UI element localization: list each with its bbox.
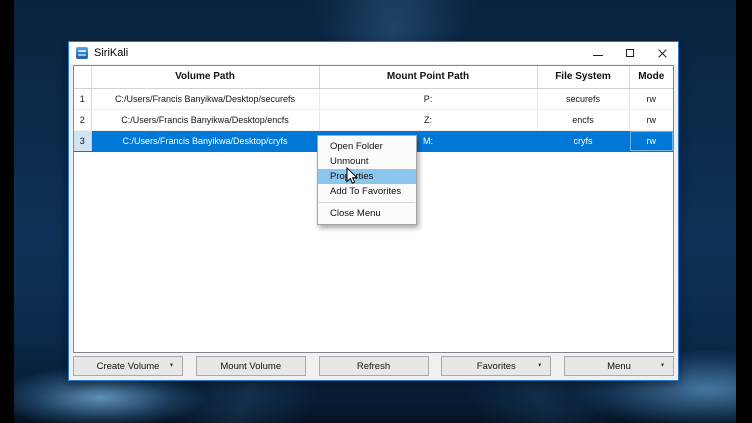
close-icon [658,49,667,58]
mode-cell[interactable]: rw [629,130,673,151]
right-black-bar [736,0,752,423]
row-number-header [74,66,91,88]
screen: SiriKali [0,0,752,423]
volume-path-cell[interactable]: C:/Users/Francis Banyikwa/Desktop/secure… [91,88,319,109]
menu-label: Menu [607,361,631,372]
sirikali-app-icon [76,47,88,59]
menu-item-add-to-favorites[interactable]: Add To Favorites [318,184,416,199]
column-header-file-system[interactable]: File System [537,66,629,88]
favorites-button[interactable]: Favorites ▼ [441,356,551,376]
minimize-button[interactable] [582,42,614,64]
menu-separator [319,202,415,203]
table-row[interactable]: 1 C:/Users/Francis Banyikwa/Desktop/secu… [74,88,673,109]
create-volume-button[interactable]: Create Volume ▼ [73,356,183,376]
file-system-cell[interactable]: encfs [537,109,629,130]
table-row[interactable]: 2 C:/Users/Francis Banyikwa/Desktop/encf… [74,109,673,130]
titlebar[interactable]: SiriKali [69,42,678,64]
menu-item-open-folder[interactable]: Open Folder [318,139,416,154]
create-volume-label: Create Volume [97,361,160,372]
window-title: SiriKali [94,47,128,59]
chevron-down-icon: ▼ [537,364,542,369]
column-header-mode[interactable]: Mode [629,66,673,88]
favorites-label: Favorites [477,361,516,372]
file-system-cell[interactable]: cryfs [537,130,629,151]
menu-item-close-menu[interactable]: Close Menu [318,206,416,221]
chevron-down-icon: ▼ [660,364,665,369]
close-button[interactable] [646,42,678,64]
row-number: 2 [74,109,91,130]
table-header-row: Volume Path Mount Point Path File System… [74,66,673,88]
context-menu: Open Folder Unmount Properties Add To Fa… [317,135,417,225]
file-system-cell[interactable]: securefs [537,88,629,109]
mount-volume-label: Mount Volume [220,361,281,372]
mode-cell[interactable]: rw [629,88,673,109]
mount-volume-button[interactable]: Mount Volume [196,356,306,376]
left-black-bar [0,0,14,423]
menu-button[interactable]: Menu ▼ [564,356,674,376]
column-header-mount-point-path[interactable]: Mount Point Path [319,66,537,88]
refresh-button[interactable]: Refresh [319,356,429,376]
maximize-button[interactable] [614,42,646,64]
row-number: 1 [74,88,91,109]
menu-item-unmount[interactable]: Unmount [318,154,416,169]
mount-point-cell[interactable]: Z: [319,109,537,130]
menu-item-properties[interactable]: Properties [318,169,416,184]
mode-cell[interactable]: rw [629,109,673,130]
maximize-icon [626,49,634,57]
volume-path-cell[interactable]: C:/Users/Francis Banyikwa/Desktop/cryfs [91,130,319,151]
row-number: 3 [74,130,91,151]
bottom-button-row: Create Volume ▼ Mount Volume Refresh Fav… [73,356,674,377]
volume-path-cell[interactable]: C:/Users/Francis Banyikwa/Desktop/encfs [91,109,319,130]
column-header-volume-path[interactable]: Volume Path [91,66,319,88]
refresh-label: Refresh [357,361,390,372]
chevron-down-icon: ▼ [169,364,174,369]
window-controls [582,42,678,64]
mount-point-cell[interactable]: P: [319,88,537,109]
minimize-icon [593,55,603,56]
